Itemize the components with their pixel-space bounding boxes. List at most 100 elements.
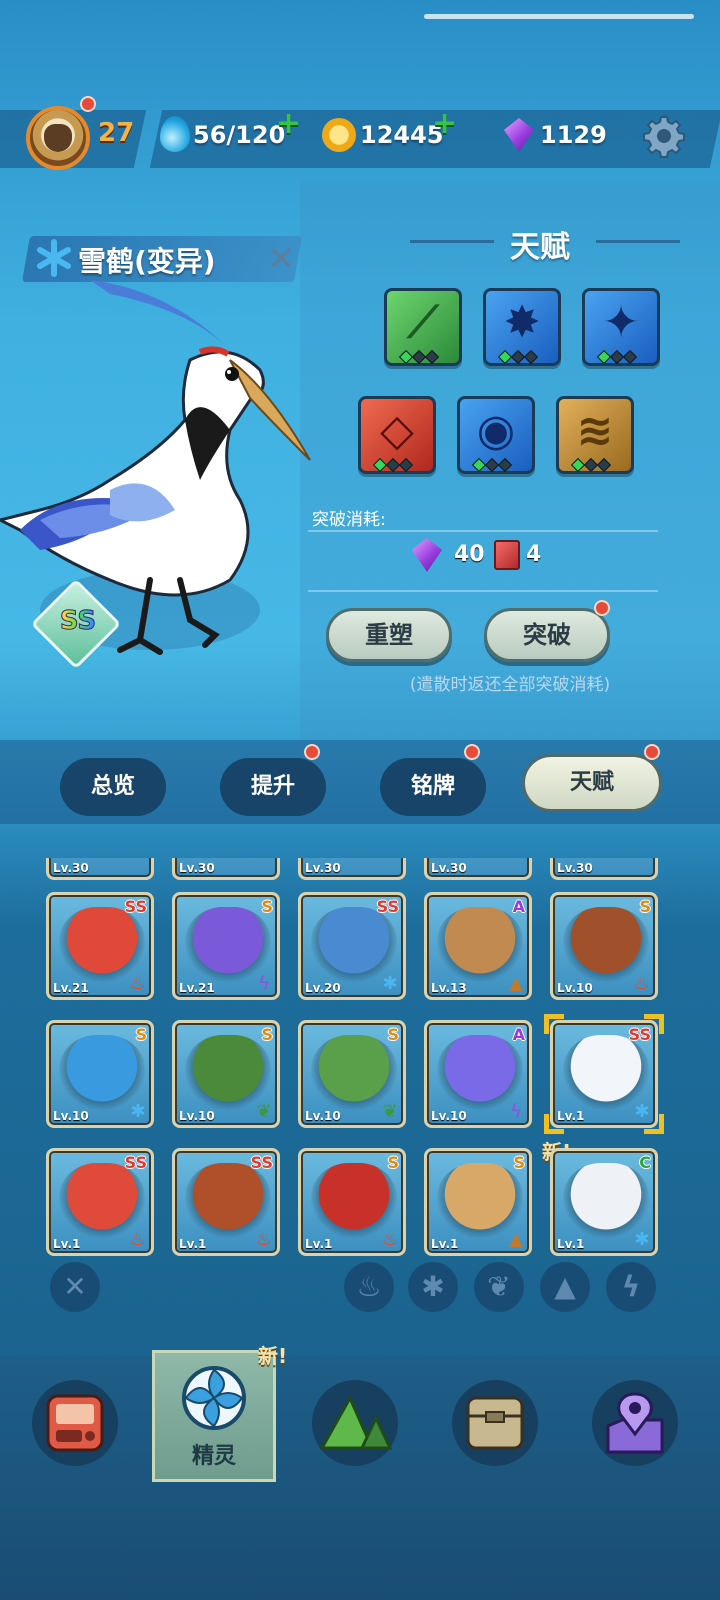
new-tag: 新!	[258, 1344, 288, 1368]
clear-filter-button[interactable]: ✕	[50, 1262, 100, 1312]
talent-slot-spike[interactable]: ✸	[483, 288, 561, 366]
tab-nameplate[interactable]: 铭牌	[380, 758, 486, 816]
talent-slot-shell[interactable]: ≋	[556, 396, 634, 474]
talent-title-ornament: 天赋	[410, 222, 680, 265]
monster-card-red-blob[interactable]: SS Lv.1 ♨	[46, 1148, 154, 1256]
reshape-button[interactable]: 重塑	[326, 608, 452, 662]
grass-filter-icon[interactable]: ❦	[474, 1262, 524, 1312]
talent-slot-claw[interactable]: ⟋	[384, 288, 462, 366]
monster-card-snow-crane[interactable]: SS Lv.1 ✱	[550, 1020, 658, 1128]
selection-bracket	[644, 1014, 664, 1034]
nav-sprites-label: 精灵	[191, 1444, 236, 1469]
monster-card-partial[interactable]: Lv.30	[46, 858, 154, 880]
divider	[308, 530, 658, 532]
coin-value: 12445	[360, 121, 444, 149]
monster-card-blue-fish[interactable]: S Lv.10 ✱	[46, 1020, 154, 1128]
monster-grid: Lv.30 Lv.30 Lv.30 Lv.30 Lv.30 SS Lv.21 ♨ S Lv.21 ϟ…	[0, 858, 720, 1278]
ice-filter-icon[interactable]: ✱	[408, 1262, 458, 1312]
coin-icon	[322, 118, 356, 152]
monster-card-green-hood[interactable]: S Lv.10 ❦	[172, 1020, 280, 1128]
backpack-icon	[466, 1396, 524, 1450]
divider	[308, 590, 658, 592]
card-level: Lv.10	[431, 1109, 467, 1123]
tab-talent[interactable]: 天赋	[522, 754, 662, 812]
monster-card-partial[interactable]: Lv.30	[298, 858, 406, 880]
sprite-orb-icon	[182, 1366, 246, 1430]
monster-card-brown-beast[interactable]: A Lv.13 ▲	[424, 892, 532, 1000]
map-pin-icon	[606, 1392, 664, 1454]
tab-upgrade[interactable]: 提升	[220, 758, 326, 816]
monster-card-red-dragon[interactable]: SS Lv.21 ♨	[46, 892, 154, 1000]
card-rank: C	[639, 1153, 651, 1172]
notification-dot	[644, 744, 660, 760]
electric-element-icon: ϟ	[258, 973, 270, 994]
earth-element-icon: ▲	[509, 973, 523, 994]
notification-dot	[464, 744, 480, 760]
ice-shard-icon: ✦	[602, 297, 640, 348]
settings-gear-icon[interactable]	[642, 114, 686, 158]
electric-element-icon: ϟ	[510, 1101, 522, 1122]
monster-name: 雪鹤(变异)	[78, 245, 216, 278]
monster-card-bull-demon[interactable]: S Lv.1 ♨	[298, 1148, 406, 1256]
electric-filter-icon[interactable]: ϟ	[606, 1262, 656, 1312]
monster-card-blue-owl[interactable]: SS Lv.20 ✱	[298, 892, 406, 1000]
card-level: Lv.30	[53, 861, 89, 875]
monster-card-boiler-bot[interactable]: SS Lv.1 ♨	[172, 1148, 280, 1256]
card-level: Lv.10	[179, 1109, 215, 1123]
talent-slot-fang[interactable]: ◇	[358, 396, 436, 474]
handheld-device-icon	[46, 1394, 104, 1452]
card-rank: S	[135, 1025, 147, 1044]
add-energy-button[interactable]: +	[276, 106, 301, 141]
add-coins-button[interactable]: +	[432, 106, 457, 141]
energy-value: 56/120	[193, 121, 286, 149]
talent-title: 天赋	[510, 230, 570, 265]
monster-card-purple-imp[interactable]: S Lv.21 ϟ	[172, 892, 280, 1000]
fire-filter-icon[interactable]: ♨	[344, 1262, 394, 1312]
card-level: Lv.30	[305, 861, 341, 875]
tab-overview[interactable]: 总览	[60, 758, 166, 816]
fang-mouth-icon: ◇	[380, 405, 414, 456]
card-level: Lv.30	[179, 861, 215, 875]
spike-ball-icon: ✸	[503, 297, 541, 348]
notification-dot	[304, 744, 320, 760]
card-rank: SS	[124, 1153, 147, 1172]
talent-book-icon	[494, 540, 520, 570]
monster-card-white-owl[interactable]: C Lv.1 ✱	[550, 1148, 658, 1256]
cost-gems-value: 40	[454, 542, 485, 567]
card-rank: S	[639, 897, 651, 916]
card-level: Lv.21	[179, 981, 215, 995]
card-rank: S	[261, 897, 273, 916]
energy-drop-icon	[160, 116, 190, 152]
grass-element-icon: ❦	[382, 1101, 398, 1122]
card-rank: SS	[250, 1153, 273, 1172]
card-level: Lv.1	[179, 1237, 207, 1251]
talent-slot-eye[interactable]: ◉	[457, 396, 535, 474]
monster-card-rust-robot[interactable]: S Lv.10 ♨	[550, 892, 658, 1000]
refund-note: (遣散时返还全部突破消耗)	[409, 675, 611, 695]
earth-element-icon: ▲	[509, 1229, 523, 1250]
talent-slot-shard[interactable]: ✦	[582, 288, 660, 366]
fire-element-icon: ♨	[633, 973, 651, 994]
player-avatar[interactable]	[26, 106, 90, 170]
card-level: Lv.1	[53, 1237, 81, 1251]
card-rank: SS	[124, 897, 147, 916]
earth-filter-icon[interactable]: ▲	[540, 1262, 590, 1312]
card-level: Lv.13	[431, 981, 467, 995]
monster-card-potato-sprout[interactable]: S Lv.1 ▲	[424, 1148, 532, 1256]
card-rank: S	[387, 1025, 399, 1044]
fire-element-icon: ♨	[129, 973, 147, 994]
selection-bracket	[644, 1114, 664, 1134]
card-level: Lv.1	[305, 1237, 333, 1251]
monster-card-partial[interactable]: Lv.30	[550, 858, 658, 880]
breakthrough-button[interactable]: 突破	[484, 608, 610, 662]
monster-card-cactus[interactable]: S Lv.10 ❦	[298, 1020, 406, 1128]
monster-card-partial[interactable]: Lv.30	[172, 858, 280, 880]
monster-card-partial[interactable]: Lv.30	[424, 858, 532, 880]
fire-element-icon: ♨	[255, 1229, 273, 1250]
card-level: Lv.10	[305, 1109, 341, 1123]
fire-element-icon: ♨	[129, 1229, 147, 1250]
close-icon[interactable]: ✕	[264, 242, 298, 276]
claw-slash-icon: ⟋	[407, 297, 439, 348]
card-rank: S	[513, 1153, 525, 1172]
monster-card-jellyfish[interactable]: A Lv.10 ϟ	[424, 1020, 532, 1128]
